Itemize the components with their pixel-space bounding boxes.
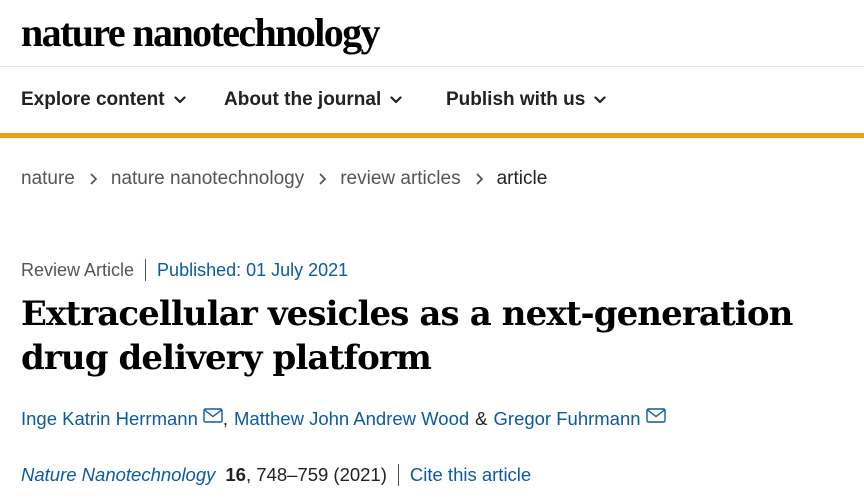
site-logo[interactable]: nature nanotechnology	[21, 9, 381, 56]
nav-explore-content-label: Explore content	[21, 89, 165, 110]
nav-publish-with-us-label: Publish with us	[446, 89, 586, 110]
site-header: nature nanotechnology	[0, 0, 864, 67]
journal-name[interactable]: Nature Nanotechnology	[21, 464, 215, 486]
citation: Nature Nanotechnology 16 , 748–759 (2021…	[21, 464, 531, 486]
main-nav: Explore content About the journal Publis…	[0, 67, 864, 138]
author-separator-ampersand: &	[475, 408, 488, 429]
nav-publish-with-us[interactable]: Publish with us	[446, 89, 606, 111]
author-wood[interactable]: Matthew John Andrew Wood	[234, 408, 469, 430]
article-type: Review Article	[21, 259, 147, 281]
pages-year: , 748–759 (2021)	[245, 464, 387, 485]
nav-explore-content[interactable]: Explore content	[21, 89, 186, 111]
chevron-right-icon	[476, 173, 483, 185]
breadcrumb-current-article: article	[496, 168, 548, 189]
chevron-right-icon	[319, 173, 327, 185]
published-date[interactable]: Published: 01 July 2021	[157, 260, 348, 281]
envelope-icon[interactable]	[645, 407, 666, 423]
breadcrumb-nature-nanotechnology[interactable]: nature nanotechnology	[111, 168, 304, 190]
article-title: Extracellular vesicles as a next-generat…	[21, 294, 793, 378]
chevron-right-icon	[90, 173, 97, 185]
breadcrumb-review-articles[interactable]: review articles	[340, 168, 460, 190]
cite-this-article-link[interactable]: Cite this article	[410, 464, 531, 485]
author-herrmann[interactable]: Inge Katrin Herrmann	[21, 408, 198, 430]
chevron-down-icon	[594, 96, 606, 104]
author-separator-comma: ,	[222, 408, 229, 429]
envelope-icon[interactable]	[203, 407, 223, 423]
author-list: Inge Katrin Herrmann , Matthew John Andr…	[21, 407, 666, 430]
cite-wrapper: Cite this article	[397, 464, 531, 486]
chevron-down-icon	[390, 96, 402, 104]
author-fuhrmann[interactable]: Gregor Fuhrmann	[494, 408, 641, 430]
breadcrumb: nature nature nanotechnology review arti…	[21, 168, 547, 190]
nav-about-journal-label: About the journal	[224, 89, 382, 110]
volume: 16	[225, 464, 246, 485]
article-meta: Review Article Published: 01 July 2021	[21, 259, 348, 281]
nav-about-journal[interactable]: About the journal	[224, 89, 402, 111]
breadcrumb-nature[interactable]: nature	[21, 168, 75, 190]
chevron-down-icon	[173, 96, 186, 104]
